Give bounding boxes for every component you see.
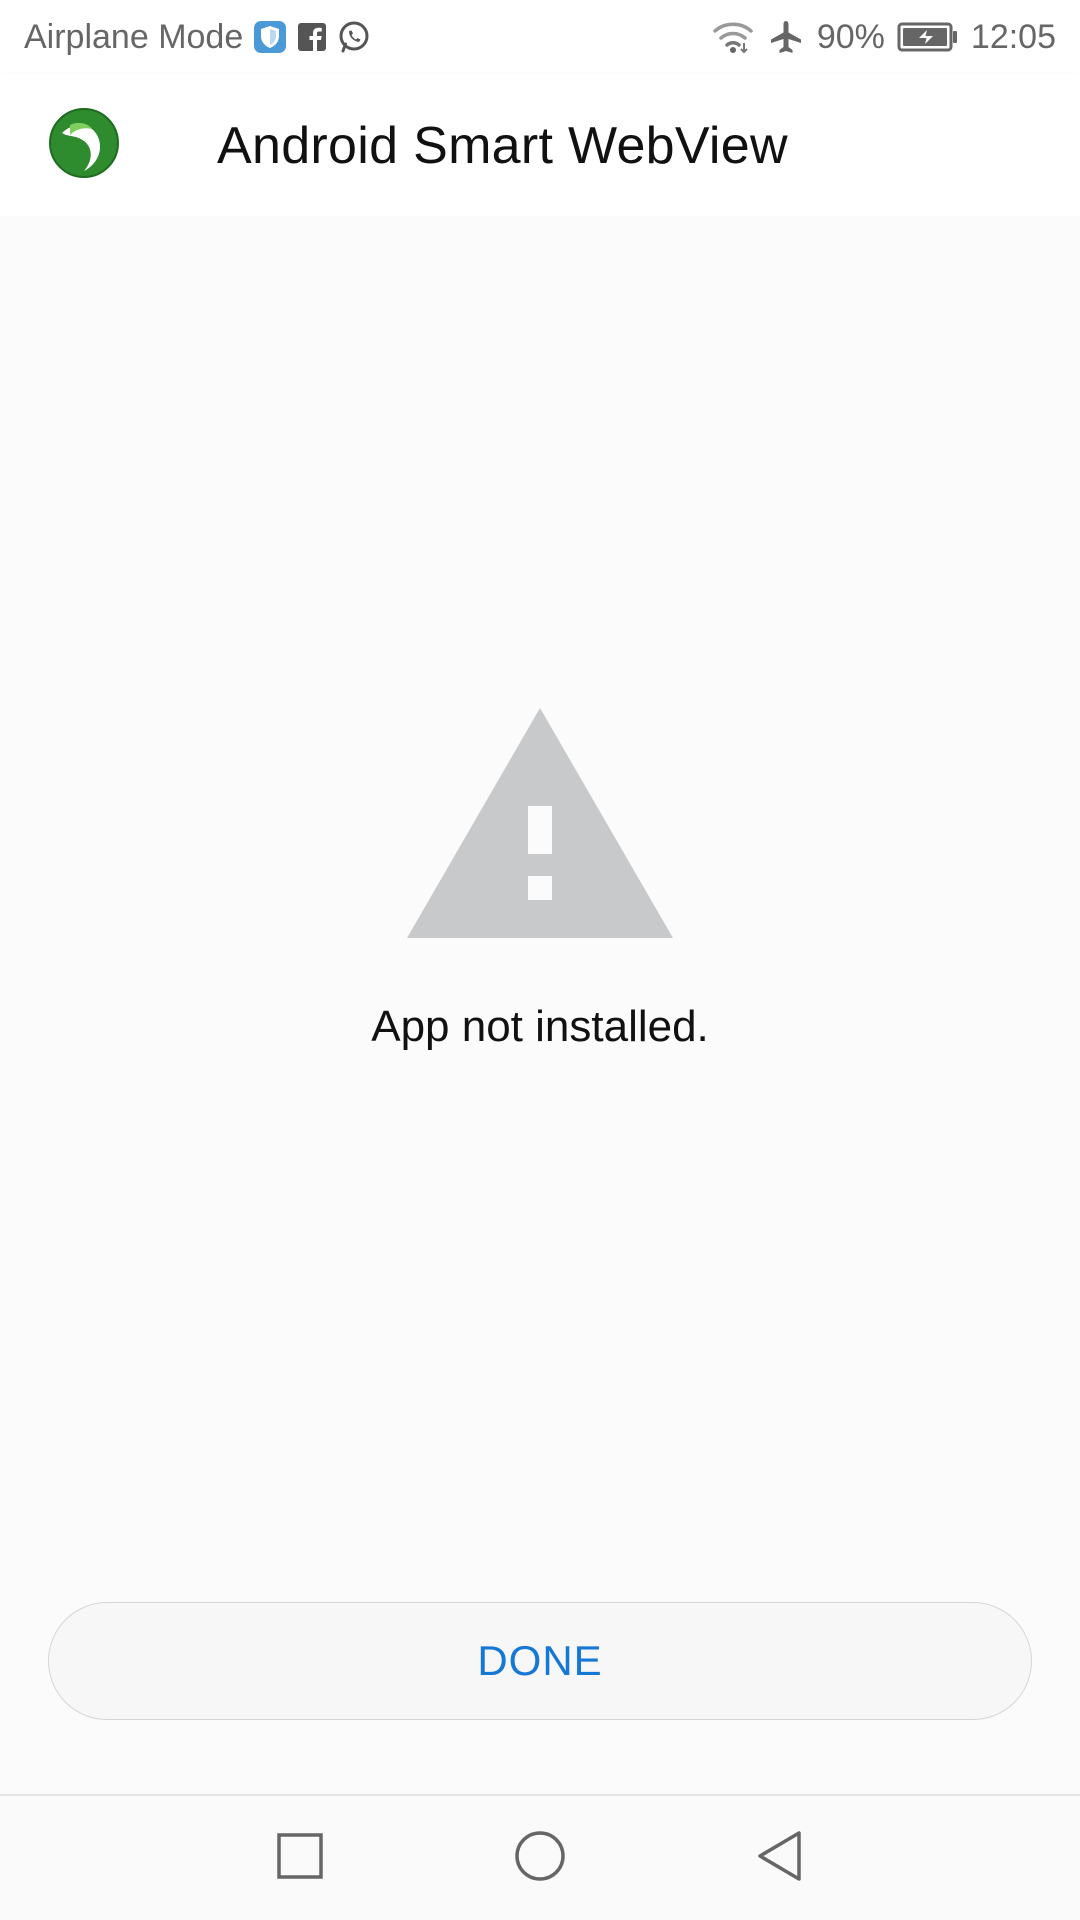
done-button[interactable]: DONE	[48, 1602, 1032, 1720]
facebook-icon	[297, 22, 327, 52]
status-left: Airplane Mode	[24, 18, 371, 57]
clock: 12:05	[970, 17, 1056, 56]
shield-icon	[253, 20, 287, 54]
recents-button[interactable]	[268, 1826, 332, 1890]
install-result-screen: App not installed. DONE	[0, 216, 1080, 1796]
carrier-text: Airplane Mode	[24, 17, 244, 56]
navigation-bar	[0, 1794, 1080, 1920]
app-logo-icon	[48, 107, 120, 179]
status-right: 90% 12:05	[711, 18, 1056, 57]
airplane-icon	[767, 18, 805, 56]
battery-charging-icon	[897, 21, 959, 53]
home-button[interactable]	[508, 1826, 572, 1890]
app-title: Android Smart WebView	[217, 117, 788, 175]
warning-icon	[407, 708, 673, 938]
whatsapp-icon	[337, 20, 371, 54]
wifi-icon	[711, 19, 755, 55]
triangle-back-icon	[755, 1830, 805, 1887]
app-bar: Android Smart WebView	[0, 74, 1080, 216]
status-bar: Airplane Mode 90% 12:05	[0, 0, 1080, 74]
battery-percent: 90%	[816, 17, 885, 56]
square-icon	[276, 1832, 324, 1885]
circle-icon	[514, 1830, 566, 1887]
back-button[interactable]	[748, 1826, 812, 1890]
status-message: App not installed.	[371, 1002, 709, 1051]
